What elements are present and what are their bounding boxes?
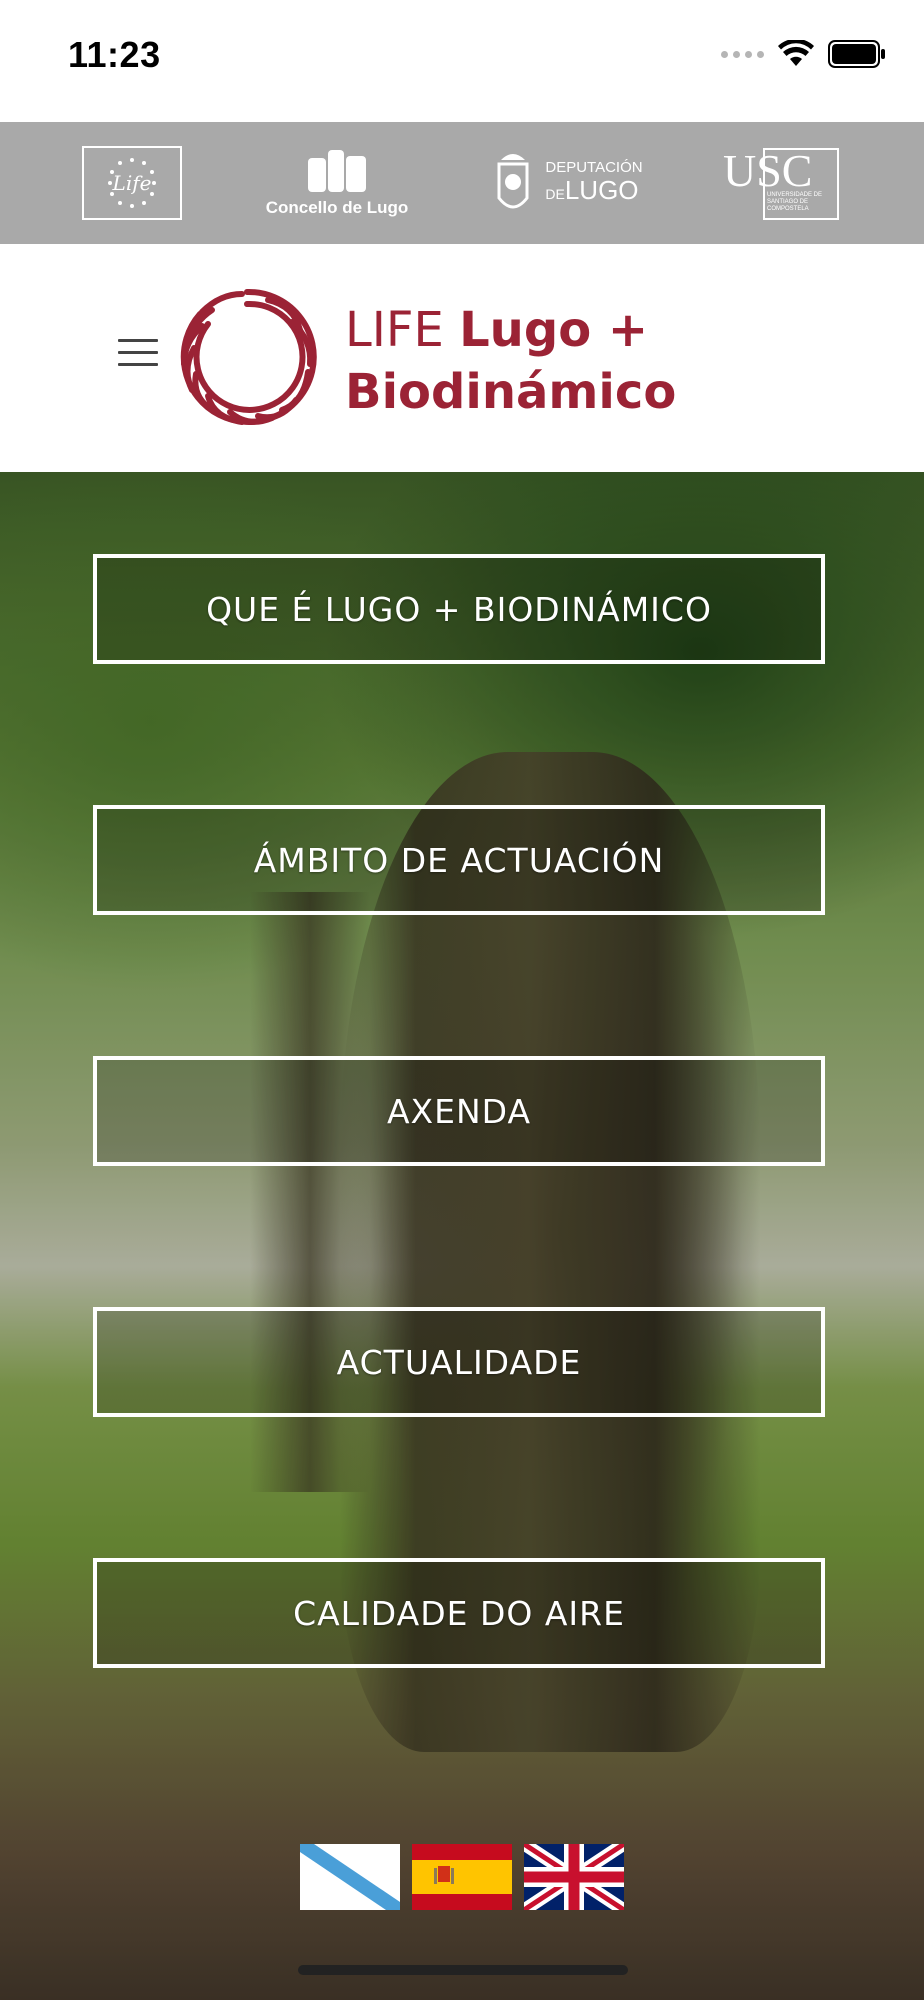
uk-flag-icon[interactable] [524,1844,624,1910]
main-menu: QUE É LUGO + BIODINÁMICO ÁMBITO DE ACTUA… [93,554,831,1809]
concello-de-lugo-logo: Concello de Lugo [262,122,412,244]
hero-background: QUE É LUGO + BIODINÁMICO ÁMBITO DE ACTUA… [0,472,924,2000]
battery-icon [828,40,885,68]
menu-item-actualidade[interactable]: ACTUALIDADE [93,1307,825,1417]
status-icons [721,40,886,68]
language-selector [300,1844,624,1910]
status-time: 11:23 [68,34,161,75]
life-eu-logo: Life [82,122,182,244]
menu-item-ambito[interactable]: ÁMBITO DE ACTUACIÓN [93,805,825,915]
signal-dots-icon [721,50,764,58]
home-indicator [298,1965,628,1975]
wifi-icon [778,40,814,66]
menu-item-calidade-aire[interactable]: CALIDADE DO AIRE [93,1558,825,1668]
brand-title-biodinamico: Biodinámico [345,364,677,420]
partner-logos-bar: Life Concello de Lugo DEPUTACIÓN DELUGO … [0,122,924,244]
deputacion-de-label: DE [545,185,565,202]
hamburger-menu-icon[interactable] [118,339,158,369]
menu-item-que-e[interactable]: QUE É LUGO + BIODINÁMICO [93,554,825,664]
usc-logo: USC UNIVERSIDADE DE SANTIAGO DE COMPOSTE… [722,122,842,244]
menu-item-axenda[interactable]: AXENDA [93,1056,825,1166]
status-bar: 11:23 [0,0,924,122]
app-header: LIFE Lugo + Biodinámico [0,244,924,472]
brand-title: LIFE Lugo + Biodinámico [345,299,676,423]
spanish-flag-icon[interactable] [412,1844,512,1910]
life-logo-text: Life [112,171,152,195]
deputacion-de-lugo-logo: DEPUTACIÓN DELUGO [486,122,646,244]
galician-flag-icon[interactable] [300,1844,400,1910]
brand-title-lugo: Lugo + [459,302,649,358]
brand-title-life: LIFE [345,302,460,358]
concello-logo-text: Concello de Lugo [265,198,409,217]
deputacion-label: DEPUTACIÓN [545,158,643,176]
brand-logo-icon [180,288,317,425]
deputacion-lugo-label: LUGO [564,174,639,205]
usc-logo-subtext: UNIVERSIDADE DE SANTIAGO DE COMPOSTELA [767,192,823,212]
coat-of-arms-icon [497,154,529,209]
